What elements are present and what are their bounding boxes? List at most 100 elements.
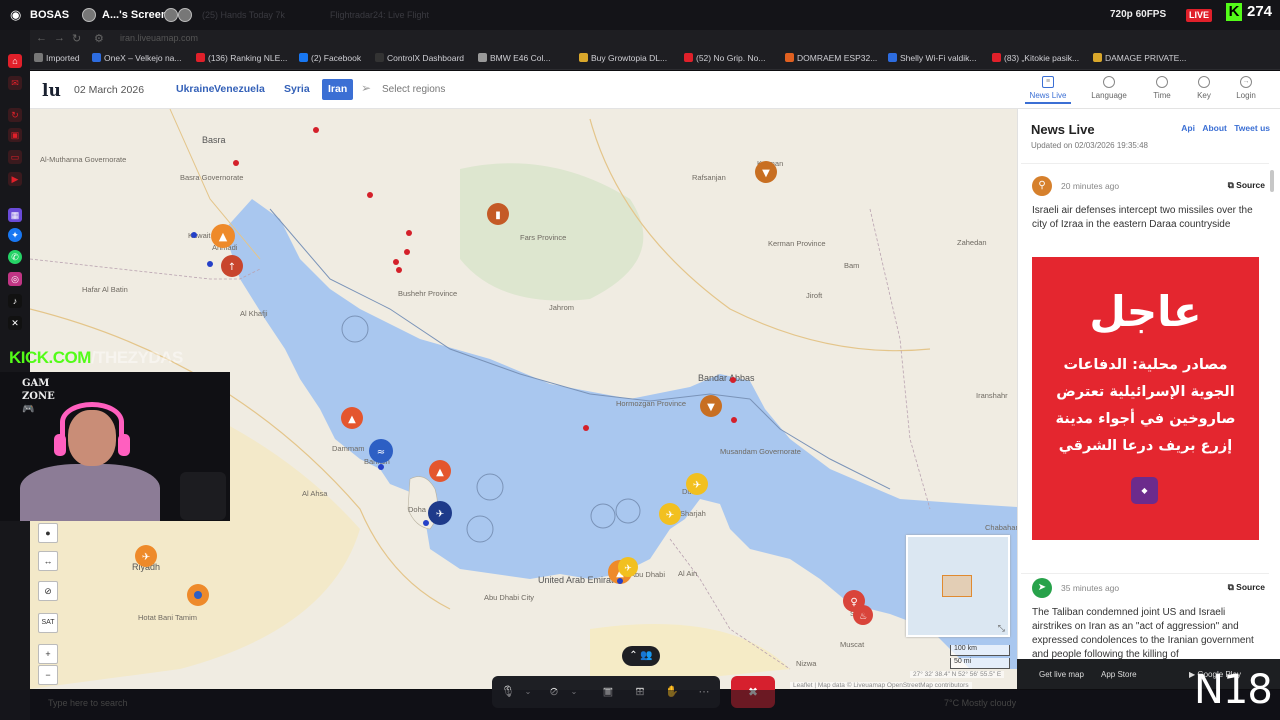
event-marker[interactable]: ▲ [341, 407, 363, 429]
bookmark[interactable]: DAMAGE PRIVATE... [1093, 53, 1186, 63]
tiktok-icon[interactable]: ♪ [8, 294, 22, 308]
event-marker[interactable]: ✈ [135, 545, 157, 567]
scale-bar-mi: 50 mi [950, 658, 1010, 669]
event-marker[interactable]: ✈ [428, 501, 452, 525]
x-icon[interactable]: ✕ [8, 316, 22, 330]
avatar[interactable] [164, 8, 178, 22]
mail-icon[interactable]: ✉ [8, 76, 22, 90]
tab-venezuela[interactable]: Venezuela [208, 79, 271, 100]
login-button[interactable]: → Login [1219, 76, 1273, 100]
forward-icon[interactable]: → [54, 32, 65, 44]
expand-icon[interactable]: ⤡ [998, 623, 1005, 634]
event-marker[interactable]: ♨ [853, 605, 873, 625]
event-marker[interactable]: ▮ [487, 203, 509, 225]
news-item[interactable]: ⚲ 20 minutes ago ⧉ Source Israeli air de… [1021, 163, 1269, 573]
site-info-icon[interactable]: ⚙ [94, 32, 104, 45]
satellite-button[interactable]: SAT [38, 613, 58, 633]
bag-icon[interactable]: ▣ [8, 128, 22, 142]
taskbar: Type here to search 7°C Mostly cloudy [0, 690, 1280, 720]
tweet-us-link[interactable]: Tweet us [1234, 123, 1270, 133]
bookmark[interactable]: Buy Growtopia DL... [579, 53, 667, 63]
svg-text:≈: ≈ [377, 447, 385, 458]
tab-iran[interactable]: Iran [322, 79, 354, 100]
map-attribution[interactable]: Leaflet | Map data © Liveuamap OpenStree… [790, 682, 972, 689]
kick-logo-icon: K [1226, 3, 1242, 21]
app-store-link[interactable]: App Store [1101, 670, 1137, 679]
bookmark[interactable]: ControlX Dashboard [375, 53, 464, 63]
api-link[interactable]: Api [1181, 123, 1195, 133]
participants-toggle[interactable]: ⌃ 👥 [622, 646, 660, 666]
date-selector[interactable]: 02 March 2026 [74, 84, 144, 96]
taskbar-search[interactable]: Type here to search [48, 698, 128, 708]
event-marker[interactable]: ▼ [755, 161, 777, 183]
select-regions-button[interactable]: Select regions [382, 84, 445, 95]
mini-map[interactable]: ⤡ [906, 535, 1010, 637]
avatar[interactable] [82, 8, 96, 22]
refresh-icon[interactable]: ↻ [8, 108, 22, 122]
messenger-icon[interactable]: ✦ [8, 228, 22, 242]
background-tab[interactable]: Flightradar24: Live Flight [330, 10, 429, 20]
tv-icon[interactable]: ▭ [8, 150, 22, 164]
viewer-count: 274 [1247, 3, 1273, 20]
svg-text:▲: ▲ [219, 230, 228, 243]
event-marker[interactable]: ▲ [429, 460, 451, 482]
broadcast-icon: ◉ [10, 7, 22, 22]
event-marker[interactable]: ≈ [369, 439, 393, 463]
reload-icon[interactable]: ↻ [72, 32, 81, 45]
image-headline: عاجل [1089, 287, 1202, 336]
url-input[interactable]: iran.liveuamap.com [120, 33, 380, 46]
event-marker[interactable]: ▲ [211, 224, 235, 248]
bookmark[interactable]: Imported [34, 53, 80, 63]
bookmark[interactable]: OneX – Velkejo na... [92, 53, 182, 63]
source-link[interactable]: ⧉ Source [1228, 582, 1265, 593]
whatsapp-icon[interactable]: ✆ [8, 250, 22, 264]
headset [60, 402, 124, 442]
news-scrollbar[interactable] [1270, 170, 1274, 192]
avatar[interactable] [178, 8, 192, 22]
svg-text:✈: ✈ [142, 552, 150, 563]
zoom-out-button[interactable]: − [38, 665, 58, 685]
language-button[interactable]: Language [1082, 76, 1136, 100]
svg-text:▲: ▲ [348, 414, 356, 425]
instagram-icon[interactable]: ◎ [8, 272, 22, 286]
zoom-in-button[interactable]: + [38, 644, 58, 664]
home-icon[interactable]: ⌂ [8, 54, 22, 68]
bookmark[interactable]: (83) „Kitokie pasik... [992, 53, 1079, 63]
event-marker[interactable]: ↑ [221, 255, 243, 277]
login-icon: → [1240, 76, 1252, 88]
news-time: 35 minutes ago [1061, 583, 1120, 593]
news-image[interactable]: عاجل مصادر محلية: الدفاعات الجوية الإسرا… [1032, 257, 1259, 540]
mini-map-viewport[interactable] [942, 575, 972, 597]
weather-widget[interactable]: 7°C Mostly cloudy [944, 698, 1016, 708]
draw-point-button[interactable]: ● [38, 523, 58, 543]
headset-earcup [54, 434, 66, 456]
bookmark[interactable]: BMW E46 Col... [478, 53, 550, 63]
news-item[interactable]: ➤ 35 minutes ago ⧉ Source The Taliban co… [1021, 573, 1269, 659]
hide-layer-button[interactable]: ⊘ [38, 581, 58, 601]
measure-button[interactable]: ↔ [38, 551, 58, 571]
bookmark[interactable]: (52) No Grip. No... [684, 53, 765, 63]
kick-channel-label: KICK.COM/THEZYDAS [9, 348, 183, 367]
tab-syria[interactable]: Syria [278, 79, 316, 100]
event-marker[interactable]: ▼ [700, 395, 722, 417]
bookmark[interactable]: (2) Facebook [299, 53, 361, 63]
news-live-button[interactable]: ≡ News Live [1021, 76, 1075, 104]
image-body-text: مصادر محلية: الدفاعات الجوية الإسرائيلية… [1055, 357, 1236, 454]
bookmark[interactable]: (136) Ranking NLE... [196, 53, 287, 63]
source-link[interactable]: ⧉ Source [1228, 180, 1265, 191]
event-marker[interactable]: ✈ [618, 557, 638, 577]
bookmark[interactable]: DOMRAEM ESP32... [785, 53, 877, 63]
liveuamap-logo-icon[interactable]: lu [42, 81, 61, 101]
apps-icon[interactable]: ▦ [8, 208, 22, 222]
bookmark[interactable]: Shelly Wi-Fi valdik... [888, 53, 977, 63]
background-tab[interactable]: (25) Hands Today 7k [202, 10, 285, 20]
svg-text:✈: ✈ [436, 509, 444, 520]
about-link[interactable]: About [1202, 123, 1227, 133]
event-marker[interactable]: ✈ [659, 503, 681, 525]
event-marker[interactable]: ✈ [686, 473, 708, 495]
get-live-map-link[interactable]: Get live map [1039, 670, 1084, 679]
play-icon[interactable]: ▶ [8, 172, 22, 186]
back-icon[interactable]: ← [36, 32, 47, 44]
headset-earcup [118, 434, 130, 456]
event-marker[interactable] [187, 584, 209, 606]
